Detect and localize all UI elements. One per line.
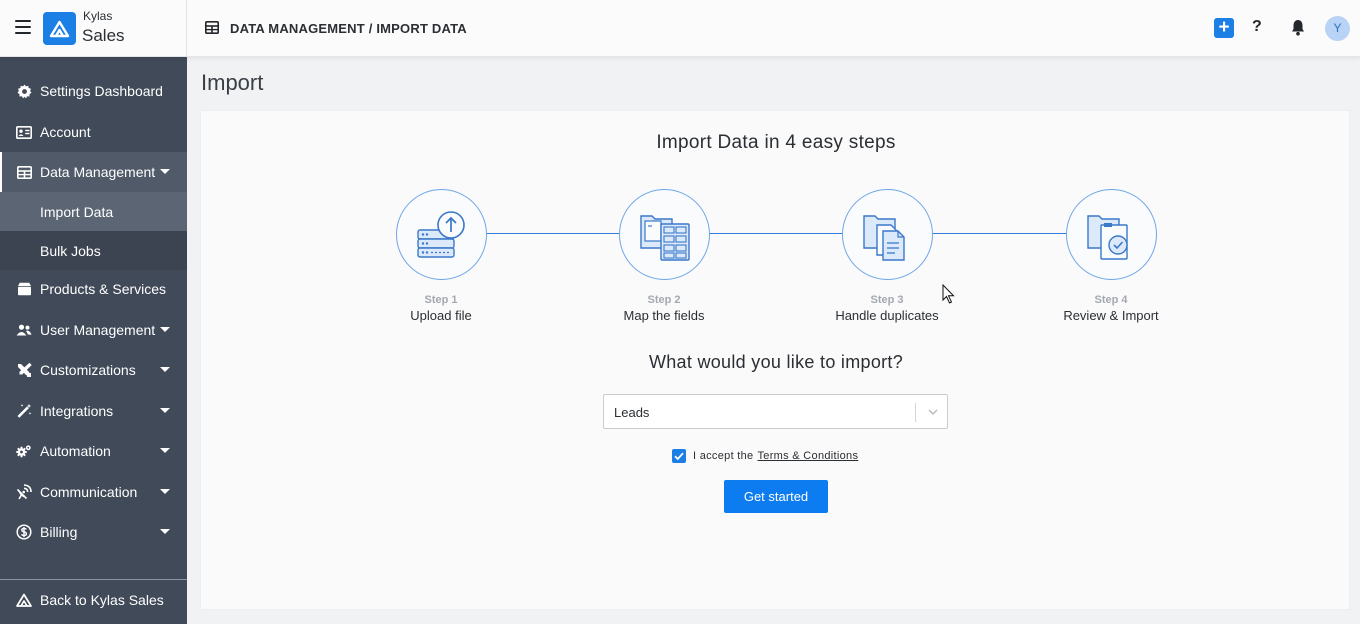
step-1-number: Step 1 (424, 294, 458, 306)
step-4-number: Step 4 (1094, 294, 1128, 306)
tools-icon (16, 362, 32, 378)
users-icon (16, 322, 32, 338)
sidebar-item-label: Billing (40, 524, 78, 540)
brand-name: Kylas (83, 9, 113, 23)
avatar[interactable]: Y (1325, 16, 1350, 41)
sidebar-item-data-management[interactable]: Data Management (0, 152, 187, 192)
chevron-down-icon (160, 169, 170, 174)
get-started-button[interactable]: Get started (724, 480, 828, 513)
table-icon (16, 164, 32, 180)
kylas-logo-icon (16, 592, 32, 608)
sidebar-item-label: Products & Services (40, 281, 167, 297)
sidebar-subitem-label: Bulk Jobs (40, 242, 101, 259)
review-check-icon (1087, 215, 1128, 260)
upload-server-icon (417, 211, 465, 258)
sidebar-item-label: Automation (40, 443, 111, 459)
sidebar-item-label: Data Management (40, 164, 156, 180)
step-4-circle (1066, 189, 1157, 280)
step-4-name: Review & Import (1063, 308, 1159, 323)
sidebar-item-billing[interactable]: Billing (0, 512, 187, 552)
import-entity-select[interactable]: Leads (603, 394, 948, 429)
sidebar-item-label: Settings Dashboard (40, 83, 163, 99)
sidebar-item-user-management[interactable]: User Management (0, 310, 187, 350)
sidebar-item-label: Communication (40, 484, 138, 500)
step-connector (709, 233, 843, 234)
back-to-kylas-sales-link[interactable]: Back to Kylas Sales (0, 580, 187, 620)
step-2-number: Step 2 (647, 294, 681, 306)
step-3-name: Handle duplicates (835, 308, 939, 323)
import-card: Import Data in 4 easy steps Step 1 Uploa… (200, 110, 1350, 610)
page-title: Import (201, 70, 264, 95)
select-separator (915, 403, 916, 422)
sidebar-item-customizations[interactable]: Customizations (0, 350, 187, 390)
chevron-down-icon (160, 489, 170, 494)
map-fields-icon (640, 215, 690, 261)
sidebar: Settings Dashboard Account Data Manageme… (0, 57, 187, 624)
sidebar-item-label: Account (40, 124, 91, 140)
step-connector (486, 233, 620, 234)
sidebar-item-products-services[interactable]: Products & Services (0, 269, 187, 309)
step-1-circle (396, 189, 487, 280)
select-value: Leads (614, 405, 650, 420)
step-2-circle (619, 189, 710, 280)
import-question: What would you like to import? (648, 352, 904, 372)
sidebar-item-label: User Management (40, 322, 156, 338)
sidebar-subitem-import-data[interactable]: Import Data (0, 192, 187, 231)
sidebar-item-label: Customizations (40, 362, 136, 378)
sidebar-item-label: Integrations (40, 403, 114, 419)
help-button[interactable]: ? (1252, 18, 1262, 36)
sidebar-subitem-label: Import Data (40, 203, 114, 220)
divider (186, 0, 187, 57)
back-label: Back to Kylas Sales (40, 592, 164, 608)
terms-link[interactable]: Terms & Conditions (757, 450, 858, 462)
satellite-dish-icon (16, 484, 32, 500)
sidebar-item-account[interactable]: Account (0, 112, 187, 152)
box-icon (16, 281, 32, 297)
table-icon (205, 21, 219, 34)
brand-product: Sales (82, 26, 125, 45)
step-connector (932, 233, 1067, 234)
sidebar-item-communication[interactable]: Communication (0, 472, 187, 512)
chevron-down-icon (160, 327, 170, 332)
top-bar: Kylas Sales DATA MANAGEMENT / IMPORT DAT… (0, 0, 1360, 57)
add-button[interactable]: + (1214, 18, 1234, 38)
step-3-circle (842, 189, 933, 280)
dollar-circle-icon (16, 524, 32, 540)
accept-terms-checkbox[interactable] (672, 449, 686, 463)
breadcrumb: DATA MANAGEMENT / IMPORT DATA (230, 21, 467, 36)
import-heading: Import Data in 4 easy steps (656, 132, 896, 153)
accept-text: I accept the (693, 450, 754, 462)
chevron-down-icon (160, 367, 170, 372)
menu-icon[interactable] (15, 20, 31, 34)
terms-row: I accept the Terms & Conditions (672, 449, 858, 463)
sidebar-item-automation[interactable]: Automation (0, 431, 187, 471)
chevron-down-icon[interactable] (926, 405, 940, 419)
id-card-icon (16, 124, 32, 140)
kylas-logo[interactable] (43, 12, 76, 45)
check-icon (674, 452, 684, 461)
sidebar-subitem-bulk-jobs[interactable]: Bulk Jobs (0, 231, 187, 270)
bell-icon[interactable] (1290, 19, 1306, 36)
sidebar-item-settings-dashboard[interactable]: Settings Dashboard (0, 71, 187, 111)
step-2-name: Map the fields (623, 308, 705, 323)
chevron-down-icon (160, 408, 170, 413)
chevron-down-icon (160, 448, 170, 453)
chevron-down-icon (160, 529, 170, 534)
sidebar-item-integrations[interactable]: Integrations (0, 391, 187, 431)
cogs-icon (16, 443, 32, 459)
duplicate-files-icon (863, 215, 905, 261)
step-1-name: Upload file (410, 308, 472, 323)
gear-icon (16, 83, 32, 99)
magic-wand-icon (16, 403, 32, 419)
mouse-cursor-icon (942, 284, 955, 304)
